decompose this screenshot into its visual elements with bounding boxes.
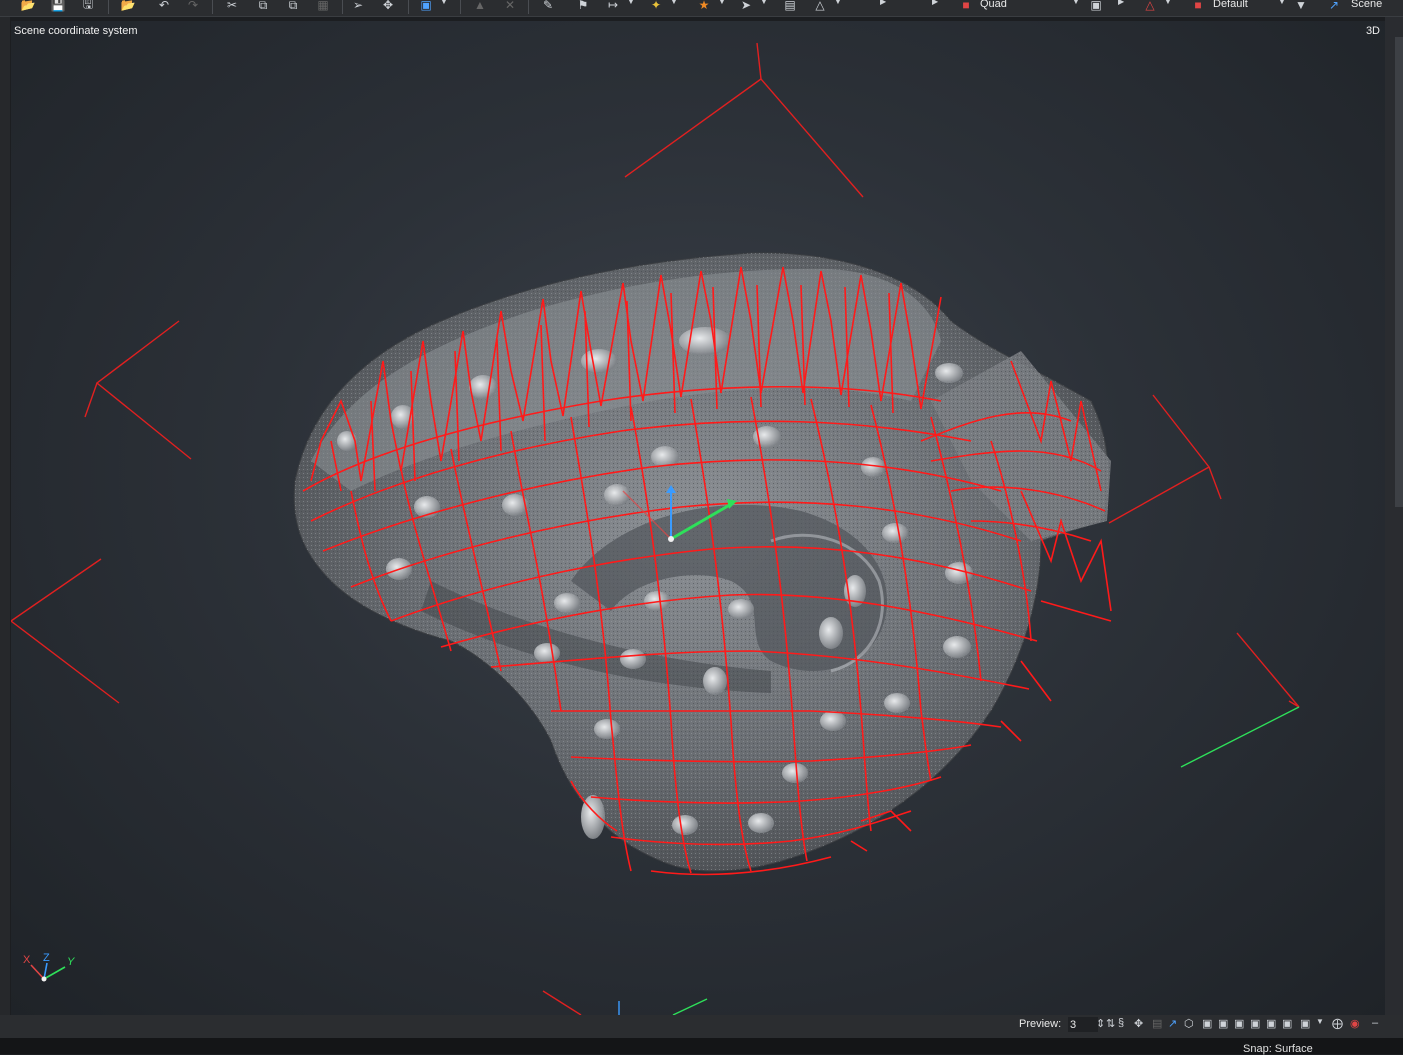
scene-canvas[interactable]: X Z Y	[11, 21, 1385, 1015]
triangle-dropdown-icon[interactable]: ▼	[834, 0, 842, 6]
view-right-icon[interactable]: ▣	[1250, 1017, 1260, 1030]
bbox-y-edge	[1180, 706, 1300, 768]
view-icon[interactable]: ▣	[1088, 0, 1104, 13]
profile-icon[interactable]: ■	[1190, 0, 1206, 13]
warning-dropdown-icon[interactable]: ▼	[1164, 0, 1172, 6]
main-toolbar: 📂 💾 🖫 📂 ↶ ↷ ✂ ⧉ ⧉ ▦ ➢ ✥ ▣ ▼ ▲ ✕ ✎ ⚑ ↦ ▼ …	[0, 0, 1403, 17]
toolbar-separator	[408, 0, 409, 14]
save-icon[interactable]: 💾	[50, 0, 66, 13]
play-icon[interactable]: ▶	[880, 0, 886, 6]
transform-icon[interactable]: ✥	[380, 0, 396, 13]
minimize-icon[interactable]: –	[1372, 1017, 1378, 1029]
axis-label-z: Z	[43, 952, 50, 964]
axis-lock-icon[interactable]: ⇅	[1106, 1017, 1115, 1030]
render-mode-icon[interactable]: ■	[958, 0, 974, 13]
pin-icon[interactable]: ➤	[738, 0, 754, 13]
paste-icon[interactable]: ⧉	[285, 0, 301, 13]
view-top-icon[interactable]: ▣	[1266, 1017, 1276, 1030]
warning-icon[interactable]: △	[1142, 0, 1158, 13]
scene-button[interactable]: Scene	[1351, 0, 1382, 10]
view-left-icon[interactable]: ▣	[1234, 1017, 1244, 1030]
redo-icon[interactable]: ↷	[185, 0, 201, 13]
profile-dropdown-icon[interactable]: ▼	[1278, 0, 1286, 6]
mesh-delete-icon[interactable]: ✕	[502, 0, 518, 13]
axis-icon[interactable]: ↗	[1168, 1017, 1177, 1030]
preview-label: Preview:	[1019, 1018, 1062, 1030]
edit-icon[interactable]: ✎	[540, 0, 556, 13]
view-dropdown-icon[interactable]: ▼	[1316, 1017, 1324, 1026]
scrollbar[interactable]	[1395, 37, 1403, 507]
render-mode-dropdown-icon[interactable]: ▼	[1072, 0, 1080, 6]
record-icon[interactable]: ◉	[1350, 1017, 1360, 1030]
right-dock-strip	[1385, 17, 1403, 1037]
measure-icon[interactable]: ↦	[605, 0, 621, 13]
view-iso-icon[interactable]: ▣	[1300, 1017, 1310, 1030]
shading-icon[interactable]: ⬡	[1184, 1017, 1194, 1030]
select-icon[interactable]: ➢	[350, 0, 366, 13]
toolbar-separator	[528, 0, 529, 14]
triangle-icon[interactable]: △	[812, 0, 828, 13]
snap-icon[interactable]: §	[1118, 1017, 1124, 1029]
spinner-icon[interactable]: ⇕	[1096, 1017, 1105, 1030]
bottom-bar: Snap: Surface	[0, 1038, 1403, 1055]
toolbar-separator	[460, 0, 461, 14]
save-as-icon[interactable]: 🖫	[80, 0, 96, 13]
measure-dropdown-icon[interactable]: ▼	[627, 0, 635, 6]
view-bottom-icon[interactable]: ▣	[1282, 1017, 1292, 1030]
duplicate-icon[interactable]: ▦	[315, 0, 331, 13]
viewport-statusbar: Preview: ⇕ ⇅ § ✥ ▤ ↗ ⬡ ▣ ▣ ▣ ▣ ▣ ▣ ▣ ▼ ⨁…	[0, 1015, 1403, 1038]
left-dock-strip[interactable]	[0, 17, 10, 1037]
undo-icon[interactable]: ↶	[156, 0, 172, 13]
play-icon[interactable]: ▶	[1118, 0, 1124, 6]
view-front-icon[interactable]: ▣	[1202, 1017, 1212, 1030]
move-icon[interactable]: ✥	[1134, 1017, 1143, 1030]
toolbar-separator	[342, 0, 343, 14]
sparkle-dropdown-icon[interactable]: ▼	[670, 0, 678, 6]
import-icon[interactable]: 📂	[120, 0, 136, 13]
cut-icon[interactable]: ✂	[224, 0, 240, 13]
axis-label-y: Y	[67, 956, 75, 968]
sparkle-icon[interactable]: ✦	[648, 0, 664, 13]
preview-level-input[interactable]	[1068, 1017, 1098, 1032]
copy-icon[interactable]: ⧉	[255, 0, 271, 13]
star-icon[interactable]: ★	[696, 0, 712, 13]
axis-label-x: X	[23, 954, 31, 966]
axis-triad: X Z Y	[23, 952, 75, 982]
object-dropdown-icon[interactable]: ▼	[440, 0, 448, 6]
bbox-y-edge	[672, 998, 708, 1015]
view-back-icon[interactable]: ▣	[1218, 1017, 1228, 1030]
toolbar-separator	[108, 0, 109, 14]
filter-icon[interactable]: ▼	[1293, 0, 1309, 13]
scene-icon[interactable]: ↗	[1326, 0, 1342, 13]
profile-select[interactable]: Default	[1213, 0, 1248, 10]
object-icon[interactable]: ▣	[418, 0, 434, 13]
render-mode-select[interactable]: Quad	[980, 0, 1007, 10]
open-folder-icon[interactable]: 📂	[20, 0, 36, 13]
toolbar-separator	[212, 0, 213, 14]
crosshair-icon[interactable]: ⨁	[1332, 1017, 1343, 1030]
snap-status[interactable]: Snap: Surface	[1243, 1043, 1313, 1055]
flag-icon[interactable]: ⚑	[575, 0, 591, 13]
play-icon[interactable]: ▶	[932, 0, 938, 6]
viewport-3d[interactable]: Scene coordinate system 3D X Z Y	[11, 21, 1385, 1015]
ruler-icon[interactable]: ▤	[782, 0, 798, 13]
pin-dropdown-icon[interactable]: ▼	[760, 0, 768, 6]
star-dropdown-icon[interactable]: ▼	[718, 0, 726, 6]
grid-icon[interactable]: ▤	[1152, 1017, 1162, 1030]
mesh-edit-icon[interactable]: ▲	[472, 0, 488, 13]
